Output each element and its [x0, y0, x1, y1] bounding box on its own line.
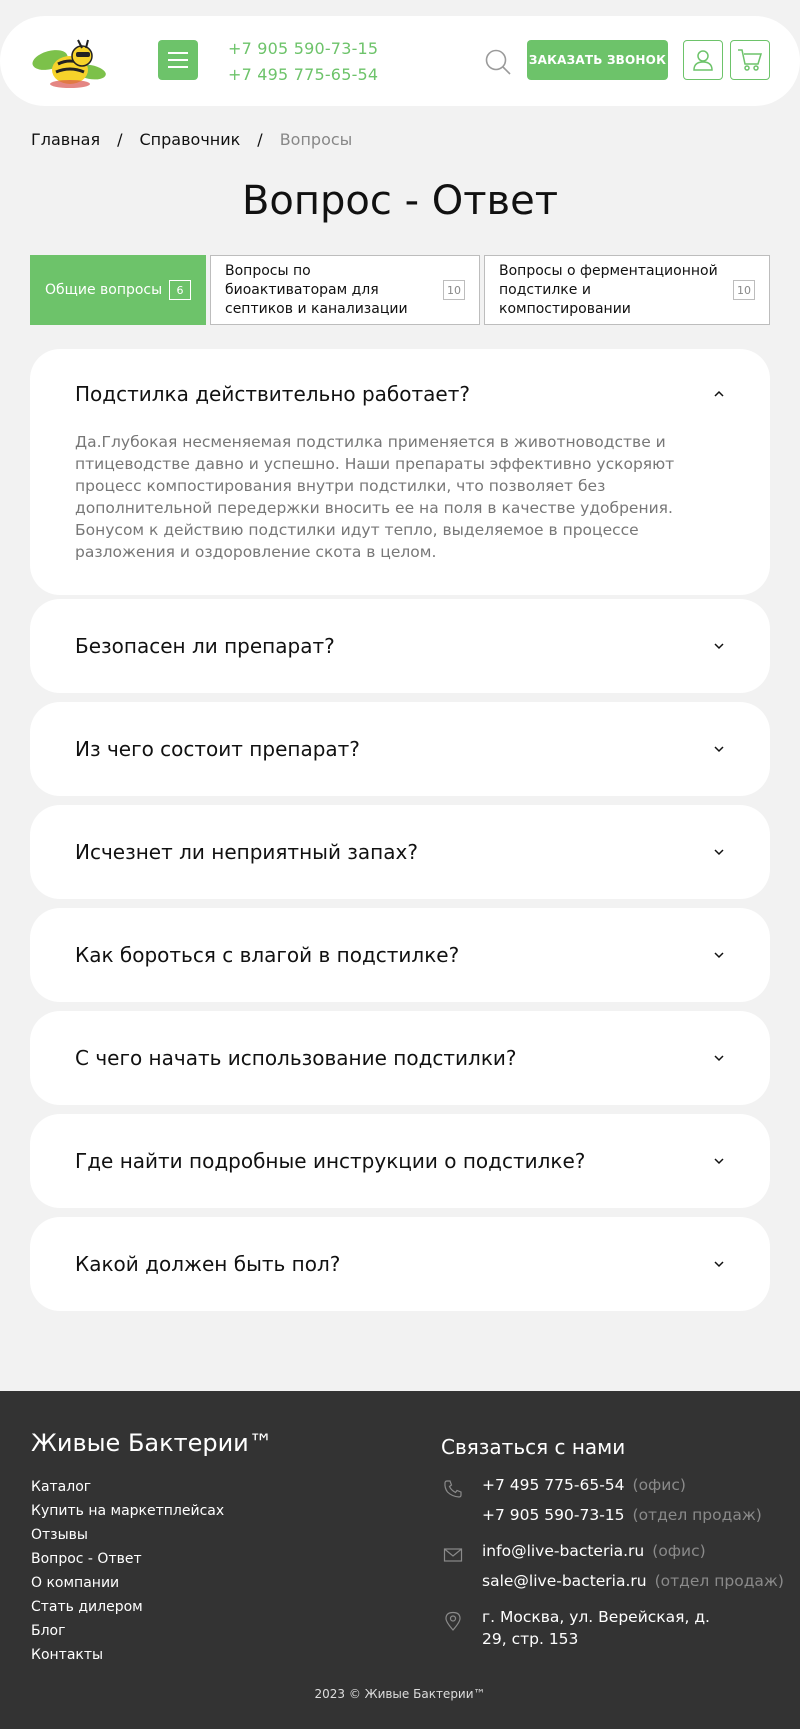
faq-question: Безопасен ли препарат?: [75, 634, 335, 658]
phone-link-2[interactable]: +7 495 775-65-54: [228, 62, 378, 88]
footer-link-faq[interactable]: Вопрос - Ответ: [31, 1547, 224, 1571]
footer-link-dealer[interactable]: Стать дилером: [31, 1595, 224, 1619]
contact-title: Связаться с нами: [441, 1435, 626, 1459]
email-note: (отдел продаж): [654, 1572, 784, 1590]
footer-link-about[interactable]: О компании: [31, 1571, 224, 1595]
faq-item: С чего начать использование подстилки?: [30, 1011, 770, 1105]
tab-general-questions[interactable]: Общие вопросы 6: [30, 255, 206, 325]
contact-phone-office: +7 495 775-65-54 (офис): [482, 1476, 686, 1494]
chevron-down-icon: [714, 643, 724, 650]
footer-link-blog[interactable]: Блог: [31, 1619, 224, 1643]
faq-item: Исчезнет ли неприятный запах?: [30, 805, 770, 899]
breadcrumb-separator: /: [117, 130, 123, 149]
phone-note: (офис): [632, 1476, 686, 1494]
menu-button[interactable]: [158, 40, 198, 80]
contact-email-office: info@live-bacteria.ru (офис): [482, 1542, 706, 1560]
chevron-up-icon: [714, 390, 724, 397]
contact-phone-sales: +7 905 590-73-15 (отдел продаж): [482, 1506, 762, 1524]
faq-item: Безопасен ли препарат?: [30, 599, 770, 693]
chevron-down-icon: [714, 1158, 724, 1165]
phone-link-1[interactable]: +7 905 590-73-15: [228, 36, 378, 62]
footer-link-contacts[interactable]: Контакты: [31, 1643, 224, 1667]
faq-question-toggle[interactable]: Подстилка действительно работает?: [30, 349, 770, 439]
footer-link-reviews[interactable]: Отзывы: [31, 1523, 224, 1547]
page-title: Вопрос - Ответ: [241, 178, 559, 224]
tab-count-badge: 6: [169, 280, 191, 300]
cart-button[interactable]: [730, 40, 770, 80]
email-value[interactable]: sale@live-bacteria.ru: [482, 1572, 647, 1590]
faq-question: Какой должен быть пол?: [75, 1252, 341, 1276]
site-header: +7 905 590-73-15 +7 495 775-65-54 ЗАКАЗА…: [0, 16, 800, 106]
tab-count-badge: 10: [443, 280, 465, 300]
faq-question: Где найти подробные инструкции о подстил…: [75, 1149, 586, 1173]
order-call-button[interactable]: ЗАКАЗАТЬ ЗВОНОК: [527, 40, 668, 80]
faq-answer: Да.Глубокая несменяемая подстилка примен…: [75, 433, 675, 561]
faq-item: Где найти подробные инструкции о подстил…: [30, 1114, 770, 1208]
footer-link-catalog[interactable]: Каталог: [31, 1475, 224, 1499]
footer-nav: Каталог Купить на маркетплейсах Отзывы В…: [31, 1475, 224, 1667]
header-phones: +7 905 590-73-15 +7 495 775-65-54: [228, 36, 378, 88]
breadcrumb: Главная / Справочник / Вопросы: [31, 130, 352, 149]
tab-count-badge: 10: [733, 280, 755, 300]
hamburger-icon: [168, 52, 188, 54]
user-icon: [693, 50, 713, 71]
breadcrumb-home[interactable]: Главная: [31, 130, 100, 149]
contact-address-line1: г. Москва, ул. Верейская, д.: [482, 1608, 710, 1626]
cart-icon: [738, 49, 763, 71]
search-icon[interactable]: [484, 48, 512, 76]
tab-label: Общие вопросы: [45, 281, 163, 298]
faq-question-toggle[interactable]: Какой должен быть пол?: [30, 1217, 770, 1311]
faq-question: Как бороться с влагой в подстилке?: [75, 943, 460, 967]
chevron-down-icon: [714, 849, 724, 856]
tab-label: Вопросы по биоактиваторам для септиков и…: [225, 262, 408, 317]
faq-question-toggle[interactable]: Исчезнет ли неприятный запах?: [30, 805, 770, 899]
account-button[interactable]: [683, 40, 723, 80]
contact-address-line2: 29, стр. 153: [482, 1630, 579, 1648]
faq-question: Из чего состоит препарат?: [75, 737, 360, 761]
tab-fermentation-bedding[interactable]: Вопросы о ферментационной подстилке и ко…: [484, 255, 770, 325]
copyright: 2023 © Живые Бактерии™: [314, 1687, 486, 1701]
site-footer: Живые Бактерии™ Каталог Купить на маркет…: [0, 1391, 800, 1729]
footer-link-marketplaces[interactable]: Купить на маркетплейсах: [31, 1499, 224, 1523]
contact-email-sales: sale@live-bacteria.ru (отдел продаж): [482, 1572, 784, 1590]
faq-item: Как бороться с влагой в подстилке?: [30, 908, 770, 1002]
bee-logo-icon: [32, 39, 106, 88]
phone-value[interactable]: +7 905 590-73-15: [482, 1506, 625, 1524]
email-note: (офис): [652, 1542, 706, 1560]
faq-question-toggle[interactable]: Как бороться с влагой в подстилке?: [30, 908, 770, 1002]
phone-icon: [444, 1480, 462, 1498]
phone-value[interactable]: +7 495 775-65-54: [482, 1476, 625, 1494]
chevron-down-icon: [714, 746, 724, 753]
chevron-down-icon: [714, 1055, 724, 1062]
tab-label: Вопросы о ферментационной подстилке и ко…: [499, 262, 718, 317]
faq-item: Из чего состоит препарат?: [30, 702, 770, 796]
tab-bioactivators[interactable]: Вопросы по биоактиваторам для септиков и…: [210, 255, 480, 325]
faq-item: Подстилка действительно работает? Да.Глу…: [30, 349, 770, 595]
breadcrumb-current: Вопросы: [279, 130, 353, 149]
faq-question-toggle[interactable]: Из чего состоит препарат?: [30, 702, 770, 796]
location-pin-icon: [445, 1611, 461, 1631]
phone-note: (отдел продаж): [632, 1506, 762, 1524]
faq-question: С чего начать использование подстилки?: [75, 1046, 517, 1070]
faq-question-toggle[interactable]: С чего начать использование подстилки?: [30, 1011, 770, 1105]
faq-item: Какой должен быть пол?: [30, 1217, 770, 1311]
faq-question: Исчезнет ли неприятный запах?: [75, 840, 418, 864]
chevron-down-icon: [714, 1261, 724, 1268]
breadcrumb-separator: /: [257, 130, 263, 149]
mail-icon: [443, 1548, 463, 1562]
faq-question-toggle[interactable]: Где найти подробные инструкции о подстил…: [30, 1114, 770, 1208]
chevron-down-icon: [714, 952, 724, 959]
faq-question-toggle[interactable]: Безопасен ли препарат?: [30, 599, 770, 693]
breadcrumb-directory[interactable]: Справочник: [140, 130, 241, 149]
logo[interactable]: [30, 34, 108, 92]
footer-brand: Живые Бактерии™: [31, 1429, 273, 1457]
email-value[interactable]: info@live-bacteria.ru: [482, 1542, 644, 1560]
faq-question: Подстилка действительно работает?: [75, 382, 470, 406]
